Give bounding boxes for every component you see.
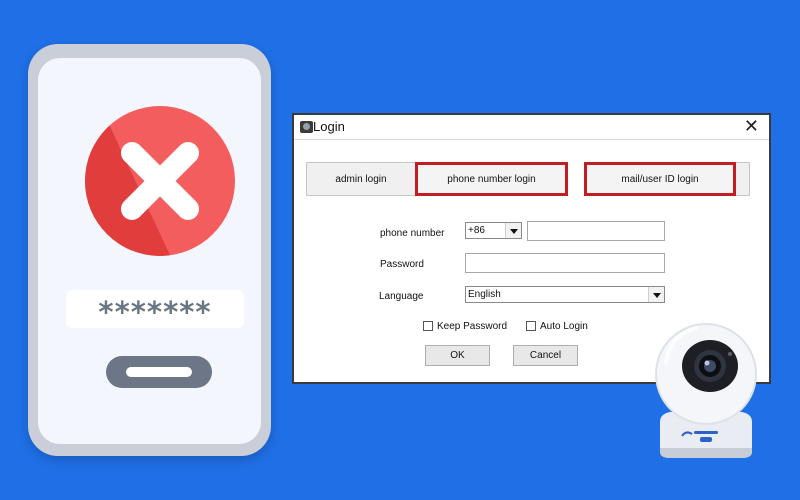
cancel-button-label: Cancel bbox=[529, 350, 562, 361]
security-camera-image bbox=[652, 322, 760, 462]
tab-admin-login-label: admin login bbox=[335, 173, 387, 185]
tab-strip-end bbox=[735, 162, 750, 196]
phone-number-label: phone number bbox=[380, 228, 445, 239]
cancel-button[interactable]: Cancel bbox=[513, 345, 578, 366]
masked-password-field: ******* bbox=[66, 290, 244, 329]
ok-button-label: OK bbox=[450, 350, 465, 361]
auto-login-label: Auto Login bbox=[540, 321, 588, 332]
country-code-select[interactable]: +86 bbox=[465, 222, 522, 239]
dialog-title: Login bbox=[313, 119, 345, 134]
error-x-icon bbox=[85, 106, 235, 256]
password-label: Password bbox=[380, 259, 424, 270]
tab-phone-login-label: phone number login bbox=[447, 173, 536, 185]
password-input[interactable] bbox=[465, 253, 665, 273]
phone-pill-button bbox=[106, 356, 212, 388]
app-icon bbox=[300, 121, 313, 133]
phone-illustration: ******* bbox=[28, 44, 271, 456]
chevron-down-icon bbox=[648, 287, 664, 302]
ok-button[interactable]: OK bbox=[425, 345, 490, 366]
phone-number-input[interactable] bbox=[527, 221, 665, 241]
keep-password-checkbox[interactable] bbox=[423, 321, 433, 331]
masked-password-text: ******* bbox=[98, 295, 212, 329]
tab-admin-login[interactable]: admin login bbox=[306, 162, 416, 196]
close-icon[interactable]: ✕ bbox=[744, 116, 759, 137]
phone-screen: ******* bbox=[38, 58, 261, 444]
auto-login-checkbox[interactable] bbox=[526, 321, 536, 331]
language-label: Language bbox=[379, 291, 424, 302]
keep-password-label: Keep Password bbox=[437, 321, 508, 332]
language-value: English bbox=[468, 289, 501, 300]
tab-phone-number-login[interactable]: phone number login bbox=[415, 162, 568, 196]
country-code-value: +86 bbox=[468, 225, 485, 236]
dialog-titlebar: Login ✕ bbox=[294, 115, 769, 140]
tab-mail-login-label: mail/user ID login bbox=[621, 173, 699, 185]
chevron-down-icon bbox=[505, 223, 521, 238]
language-select[interactable]: English bbox=[465, 286, 665, 303]
tab-mail-login[interactable]: mail/user ID login bbox=[584, 162, 736, 196]
